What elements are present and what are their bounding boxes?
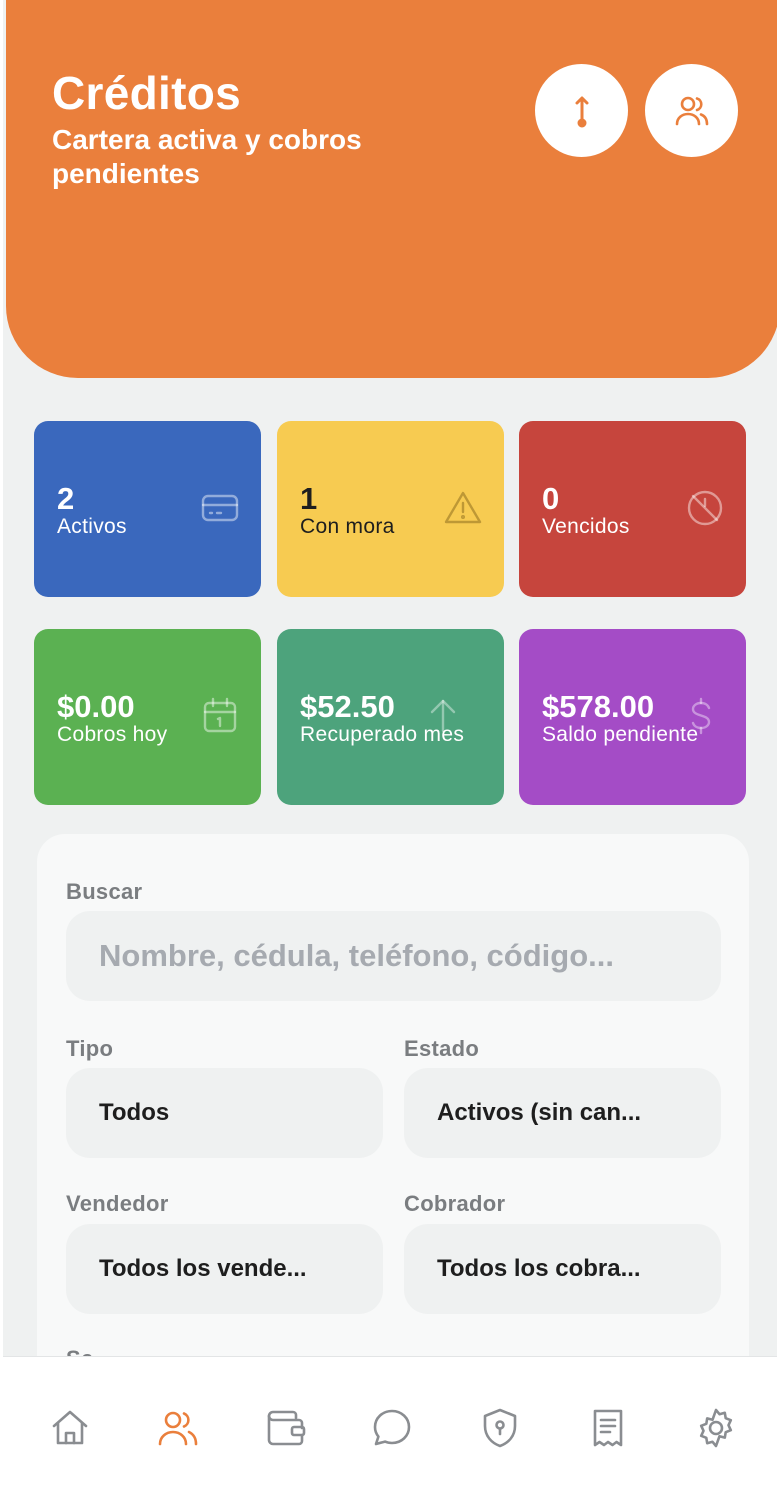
stat-value: $578.00 [542, 689, 655, 724]
search-label: Buscar [66, 879, 143, 904]
estado-select[interactable]: Activos (sin can... [404, 1068, 721, 1158]
calendar-icon [203, 697, 237, 733]
clients-button[interactable] [645, 64, 738, 157]
stat-card-saldo-pendiente[interactable]: $578.00 Saldo pendiente [519, 629, 746, 805]
users-icon [675, 96, 708, 125]
stat-label: Activos [57, 515, 127, 538]
page-title: Créditos [52, 67, 241, 119]
shield-lock-icon [483, 1408, 517, 1448]
vendedor-label: Vendedor [66, 1191, 169, 1216]
stat-value: 1 [300, 481, 318, 516]
stat-card-vencidos[interactable]: 0 Vencidos [519, 421, 746, 597]
stat-card-con-mora[interactable]: 1 Con mora [277, 421, 504, 597]
tipo-select[interactable]: Todos [66, 1068, 383, 1158]
settings-gear-icon [699, 1408, 733, 1448]
sort-button[interactable] [535, 64, 628, 157]
nav-messages[interactable] [369, 1405, 415, 1451]
credit-card-icon [201, 494, 239, 522]
vendedor-select[interactable]: Todos los vende... [66, 1224, 383, 1314]
stat-value: $52.50 [300, 689, 395, 724]
stat-label: Vencidos [542, 515, 630, 538]
tipo-label: Tipo [66, 1036, 114, 1061]
receipt-icon [593, 1409, 623, 1447]
clock-off-icon [687, 490, 723, 526]
wallet-icon [267, 1410, 306, 1446]
arrow-up-icon [430, 699, 456, 733]
stat-card-activos[interactable]: 2 Activos [34, 421, 261, 597]
search-input[interactable]: Nombre, cédula, teléfono, código... [66, 911, 721, 1001]
sort-vertical-icon [575, 96, 588, 127]
app-screen: Créditos Cartera activa y cobros pendien… [0, 0, 780, 1494]
cobrador-label: Cobrador [404, 1191, 506, 1216]
nav-wallet[interactable] [263, 1405, 309, 1451]
stat-value: 2 [57, 481, 75, 516]
cobrador-select[interactable]: Todos los cobra... [404, 1224, 721, 1314]
estado-label: Estado [404, 1036, 480, 1061]
stat-card-cobros-hoy[interactable]: $0.00 Cobros hoy [34, 629, 261, 805]
stat-label: Cobros hoy [57, 723, 168, 746]
stat-card-recuperado-mes[interactable]: $52.50 Recuperado mes [277, 629, 504, 805]
home-icon [52, 1410, 88, 1445]
page-subtitle: Cartera activa y cobros pendientes [52, 124, 362, 189]
nav-security[interactable] [477, 1405, 523, 1451]
users-icon [158, 1411, 198, 1446]
nav-home[interactable] [47, 1405, 93, 1451]
bottom-nav [3, 1356, 777, 1494]
page-header: Créditos Cartera activa y cobros pendien… [6, 0, 777, 378]
nav-settings[interactable] [693, 1405, 739, 1451]
stat-value: 0 [542, 481, 560, 516]
nav-clients[interactable] [155, 1405, 201, 1451]
stat-value: $0.00 [57, 689, 135, 724]
stat-label: Con mora [300, 515, 395, 538]
chat-bubble-icon [373, 1409, 411, 1446]
warning-triangle-icon [444, 491, 482, 524]
dollar-icon [691, 697, 711, 735]
stat-label: Saldo pendiente [542, 723, 699, 746]
nav-receipts[interactable] [585, 1405, 631, 1451]
